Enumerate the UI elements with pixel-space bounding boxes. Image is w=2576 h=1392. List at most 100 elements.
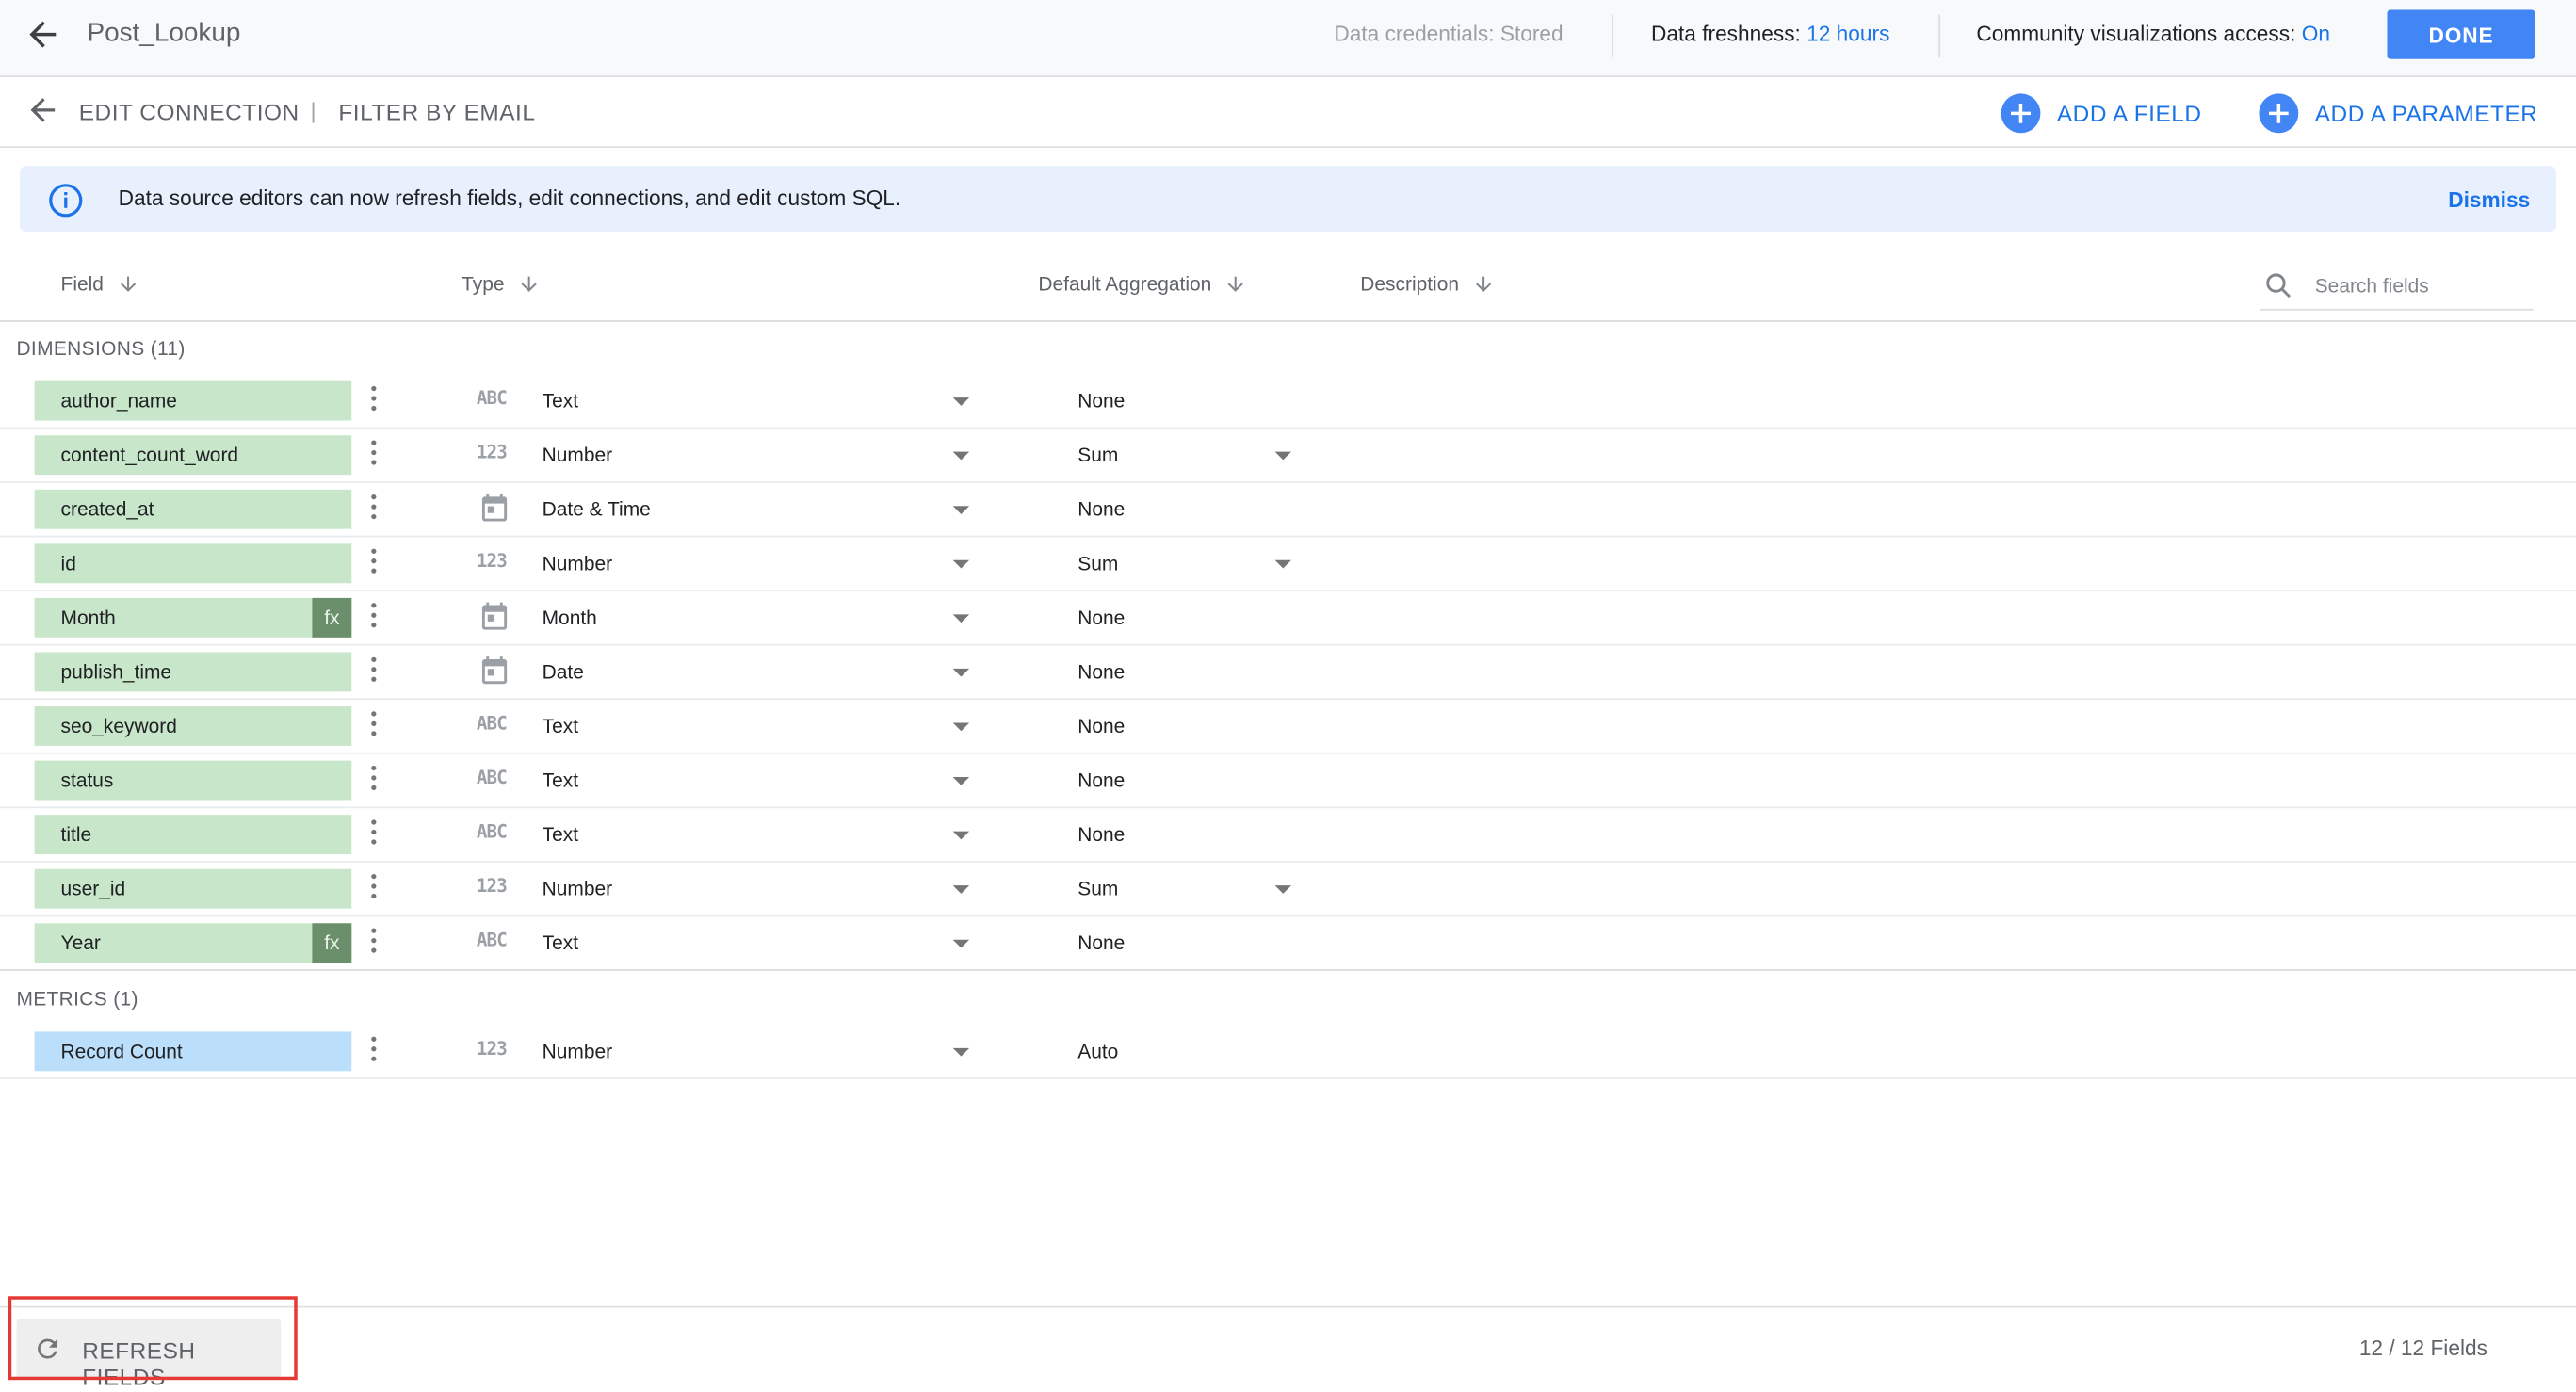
field-chip[interactable]: Year fx bbox=[34, 923, 352, 963]
more-options-icon[interactable] bbox=[365, 710, 381, 743]
type-icon: ABC bbox=[476, 930, 508, 951]
aggregation-dropdown-arrow-icon[interactable] bbox=[1272, 445, 1294, 465]
field-aggregation[interactable]: None bbox=[1077, 715, 1125, 737]
sort-arrow-icon bbox=[1476, 276, 1492, 292]
more-options-icon[interactable] bbox=[365, 764, 381, 797]
field-aggregation[interactable]: None bbox=[1077, 823, 1125, 846]
field-row: content_count_word 123 Number Sum bbox=[0, 429, 2576, 483]
add-field-button[interactable]: ADD A FIELD bbox=[2001, 93, 2202, 134]
more-options-icon[interactable] bbox=[365, 384, 381, 417]
dimensions-section-label: DIMENSIONS (11) bbox=[16, 336, 186, 361]
field-chip[interactable]: seo_keyword bbox=[34, 706, 352, 746]
back-arrow-icon[interactable] bbox=[24, 92, 60, 128]
type-dropdown-arrow-icon[interactable] bbox=[949, 879, 972, 898]
field-chip[interactable]: content_count_word bbox=[34, 435, 352, 476]
type-dropdown-arrow-icon[interactable] bbox=[949, 554, 972, 574]
type-dropdown-arrow-icon[interactable] bbox=[949, 445, 972, 465]
column-description-label: Description bbox=[1360, 272, 1459, 296]
more-options-icon[interactable] bbox=[365, 439, 381, 472]
field-aggregation[interactable]: Auto bbox=[1077, 1040, 1118, 1062]
field-type[interactable]: Month bbox=[543, 607, 597, 629]
column-default-aggregation[interactable]: Default Aggregation bbox=[1038, 273, 1247, 296]
calendar-icon bbox=[478, 492, 511, 525]
more-options-icon[interactable] bbox=[365, 601, 381, 634]
type-icon: 123 bbox=[476, 442, 508, 463]
column-field[interactable]: Field bbox=[61, 273, 140, 296]
field-type[interactable]: Text bbox=[543, 823, 578, 846]
column-aggregation-label: Default Aggregation bbox=[1038, 272, 1212, 296]
field-chip[interactable]: Month fx bbox=[34, 597, 352, 638]
credentials-status[interactable]: Data credentials: Stored bbox=[1334, 22, 1563, 46]
type-dropdown-arrow-icon[interactable] bbox=[949, 499, 972, 519]
more-options-icon[interactable] bbox=[365, 493, 381, 526]
field-row: Month fx Month None bbox=[0, 591, 2576, 646]
calculated-field-badge[interactable]: fx bbox=[312, 597, 352, 638]
add-parameter-button[interactable]: ADD A PARAMETER bbox=[2259, 93, 2537, 134]
type-dropdown-arrow-icon[interactable] bbox=[949, 825, 972, 845]
field-row: publish_time Date None bbox=[0, 646, 2576, 701]
aggregation-dropdown-arrow-icon[interactable] bbox=[1272, 554, 1294, 574]
column-description[interactable]: Description bbox=[1360, 273, 1495, 296]
aggregation-dropdown-arrow-icon[interactable] bbox=[1272, 879, 1294, 898]
type-dropdown-arrow-icon[interactable] bbox=[949, 607, 972, 627]
field-type[interactable]: Number bbox=[543, 1040, 612, 1062]
edit-connection-button[interactable]: EDIT CONNECTION bbox=[79, 99, 300, 125]
type-dropdown-arrow-icon[interactable] bbox=[949, 391, 972, 411]
field-chip[interactable]: created_at bbox=[34, 489, 352, 529]
field-aggregation[interactable]: Sum bbox=[1077, 552, 1118, 575]
field-aggregation[interactable]: None bbox=[1077, 498, 1125, 521]
datasource-name[interactable]: Post_Lookup bbox=[87, 20, 240, 49]
community-value-link[interactable]: On bbox=[2302, 22, 2330, 46]
type-dropdown-arrow-icon[interactable] bbox=[949, 1042, 972, 1061]
search-input[interactable] bbox=[2314, 269, 2525, 302]
community-visualizations: Community visualizations access: On bbox=[1976, 22, 2330, 46]
filter-by-email-button[interactable]: FILTER BY EMAIL bbox=[338, 99, 535, 125]
more-options-icon[interactable] bbox=[365, 1035, 381, 1068]
field-chip[interactable]: publish_time bbox=[34, 652, 352, 692]
field-aggregation[interactable]: None bbox=[1077, 931, 1125, 954]
header-divider bbox=[1938, 14, 1941, 58]
field-chip[interactable]: user_id bbox=[34, 868, 352, 909]
more-options-icon[interactable] bbox=[365, 927, 381, 960]
more-options-icon[interactable] bbox=[365, 656, 381, 688]
type-dropdown-arrow-icon[interactable] bbox=[949, 770, 972, 790]
field-type[interactable]: Number bbox=[543, 877, 612, 899]
done-button[interactable]: DONE bbox=[2387, 9, 2535, 59]
back-arrow-icon[interactable] bbox=[23, 15, 62, 55]
type-icon: ABC bbox=[476, 821, 508, 843]
field-chip[interactable]: status bbox=[34, 760, 352, 801]
field-aggregation[interactable]: None bbox=[1077, 660, 1125, 683]
field-type[interactable]: Text bbox=[543, 931, 578, 954]
type-dropdown-arrow-icon[interactable] bbox=[949, 662, 972, 682]
calculated-field-badge[interactable]: fx bbox=[312, 923, 352, 963]
field-aggregation[interactable]: None bbox=[1077, 769, 1125, 791]
more-options-icon[interactable] bbox=[365, 818, 381, 851]
field-type[interactable]: Number bbox=[543, 552, 612, 575]
field-aggregation[interactable]: Sum bbox=[1077, 444, 1118, 466]
freshness-value-link[interactable]: 12 hours bbox=[1806, 22, 1889, 46]
field-chip[interactable]: author_name bbox=[34, 380, 352, 421]
calendar-icon bbox=[478, 600, 511, 633]
search-icon bbox=[2266, 273, 2292, 299]
dismiss-button[interactable]: Dismiss bbox=[2448, 187, 2530, 212]
field-chip[interactable]: id bbox=[34, 543, 352, 584]
more-options-icon[interactable] bbox=[365, 547, 381, 580]
column-type[interactable]: Type bbox=[462, 273, 541, 296]
field-chip[interactable]: title bbox=[34, 815, 352, 855]
field-type[interactable]: Date & Time bbox=[543, 498, 651, 521]
field-type[interactable]: Date bbox=[543, 660, 584, 683]
field-aggregation[interactable]: None bbox=[1077, 389, 1125, 412]
more-options-icon[interactable] bbox=[365, 872, 381, 905]
field-aggregation[interactable]: None bbox=[1077, 607, 1125, 629]
sort-arrow-icon bbox=[1228, 276, 1244, 292]
type-dropdown-arrow-icon[interactable] bbox=[949, 717, 972, 736]
field-chip[interactable]: Record Count bbox=[34, 1031, 352, 1072]
type-dropdown-arrow-icon[interactable] bbox=[949, 933, 972, 953]
type-icon: ABC bbox=[476, 767, 508, 789]
field-type[interactable]: Number bbox=[543, 444, 612, 466]
search-fields bbox=[2260, 267, 2534, 311]
field-type[interactable]: Text bbox=[543, 715, 578, 737]
field-type[interactable]: Text bbox=[543, 769, 578, 791]
field-aggregation[interactable]: Sum bbox=[1077, 877, 1118, 899]
field-type[interactable]: Text bbox=[543, 389, 578, 412]
